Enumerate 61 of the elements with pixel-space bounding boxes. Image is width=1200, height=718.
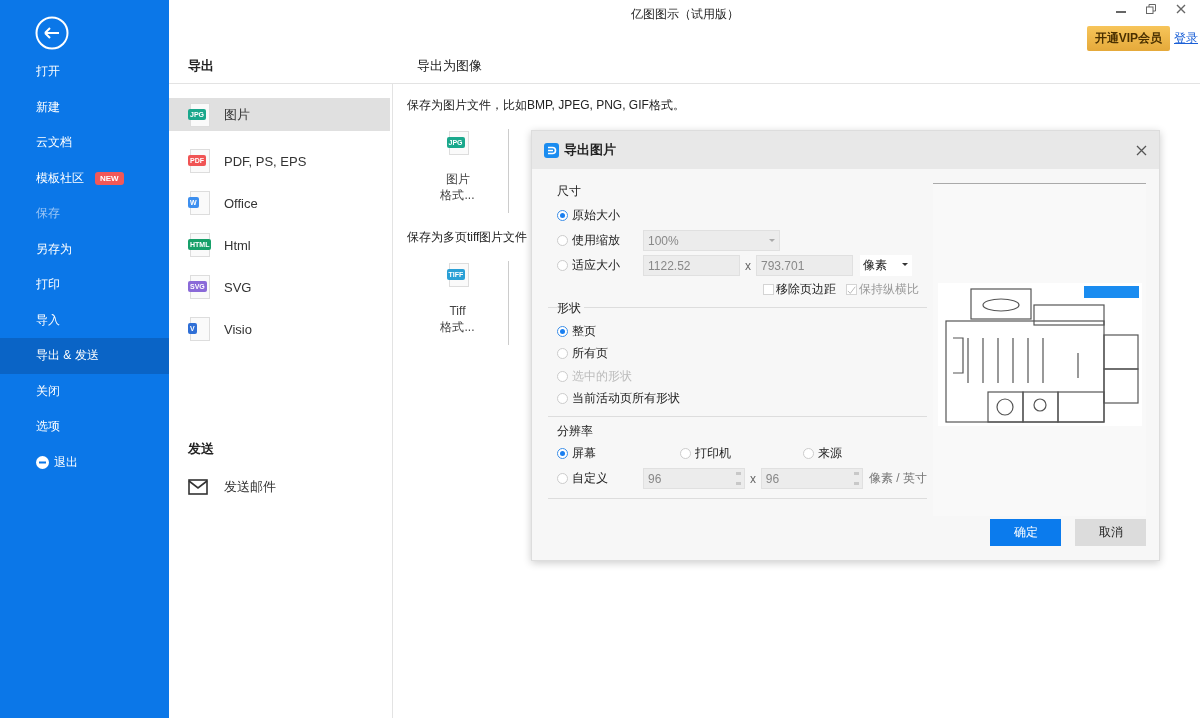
- dialog-title: 导出图片: [564, 141, 617, 159]
- radio-button[interactable]: 屏幕: [557, 445, 680, 462]
- cancel-button[interactable]: 取消: [1075, 519, 1146, 546]
- sidebar-label: 云文档: [36, 134, 72, 152]
- exit-icon: [36, 455, 49, 469]
- description-text: 保存为图片文件，比如BMP, JPEG, PNG, GIF格式。: [407, 97, 685, 114]
- ok-button[interactable]: 确定: [990, 519, 1061, 546]
- sidebar-label: 另存为: [36, 240, 72, 258]
- sidebar-item[interactable]: 导入: [0, 302, 169, 338]
- section-heading: 导出: [187, 57, 215, 75]
- radio-button[interactable]: 原始大小: [557, 207, 643, 224]
- section-heading: 发送: [187, 440, 215, 458]
- sidebar-label: 打开: [36, 63, 60, 81]
- radio-button[interactable]: 所有页: [557, 345, 643, 363]
- sidebar-label: 导入: [36, 311, 60, 329]
- sidebar-item[interactable]: 退出: [0, 444, 169, 480]
- unit-dropdown[interactable]: 像素: [860, 255, 912, 276]
- radio-button[interactable]: 来源: [803, 445, 926, 462]
- radio-button[interactable]: 当前活动页所有形状: [557, 390, 680, 408]
- app-logo-icon: [544, 142, 559, 158]
- group-title: 尺寸: [556, 183, 582, 200]
- times-sign: x: [744, 258, 752, 273]
- sidebar-label: 保存: [36, 205, 60, 223]
- send-email-item[interactable]: 发送邮件: [169, 466, 390, 508]
- group-title: 形状: [557, 301, 584, 315]
- description-text: 保存为多页tiff图片文件: [407, 229, 528, 246]
- sidebar-item[interactable]: 模板社区 NEW: [0, 160, 169, 196]
- sidebar-item[interactable]: 打印: [0, 267, 169, 303]
- sidebar-item[interactable]: 打开: [0, 54, 169, 90]
- radio-button[interactable]: 使用缩放: [557, 232, 643, 249]
- sidebar-item[interactable]: 另存为: [0, 231, 169, 267]
- mail-icon: [188, 479, 208, 495]
- checkbox[interactable]: 移除页边距: [763, 280, 836, 298]
- sidebar-label: 选项: [36, 418, 60, 436]
- sidebar-label: 模板社区: [36, 169, 84, 187]
- sidebar-label: 退出: [54, 453, 78, 471]
- radio-button[interactable]: 打印机: [680, 445, 803, 462]
- times-sign: x: [749, 471, 757, 486]
- window-title: 亿图图示（试用版）: [630, 6, 739, 23]
- sidebar-label: 新建: [36, 98, 60, 116]
- new-badge: NEW: [95, 171, 124, 185]
- close-icon[interactable]: [1176, 4, 1186, 14]
- sidebar-item[interactable]: 新建: [0, 89, 169, 125]
- sidebar-label: 关闭: [36, 382, 60, 400]
- vip-button[interactable]: 开通VIP会员: [1086, 26, 1170, 51]
- sidebar-item[interactable]: 导出 & 发送: [0, 338, 169, 374]
- sidebar-label: 打印: [36, 276, 60, 294]
- sidebar-label: 导出 & 发送: [36, 347, 99, 365]
- login-link[interactable]: 登录: [1174, 30, 1198, 47]
- sidebar-item[interactable]: 选项: [0, 409, 169, 445]
- sidebar-item[interactable]: 关闭: [0, 373, 169, 409]
- group-title: 分辨率: [548, 416, 927, 441]
- unit-label: 像素 / 英寸: [869, 470, 927, 487]
- page-heading: 导出为图像: [417, 57, 482, 75]
- back-icon[interactable]: [35, 16, 69, 50]
- sidebar-item[interactable]: 云文档: [0, 125, 169, 161]
- radio-button[interactable]: 适应大小: [557, 257, 643, 274]
- radio-button[interactable]: 整页: [557, 322, 643, 340]
- close-icon[interactable]: [1136, 144, 1147, 156]
- radio-button[interactable]: 自定义: [557, 470, 643, 487]
- restore-icon[interactable]: [1146, 4, 1156, 14]
